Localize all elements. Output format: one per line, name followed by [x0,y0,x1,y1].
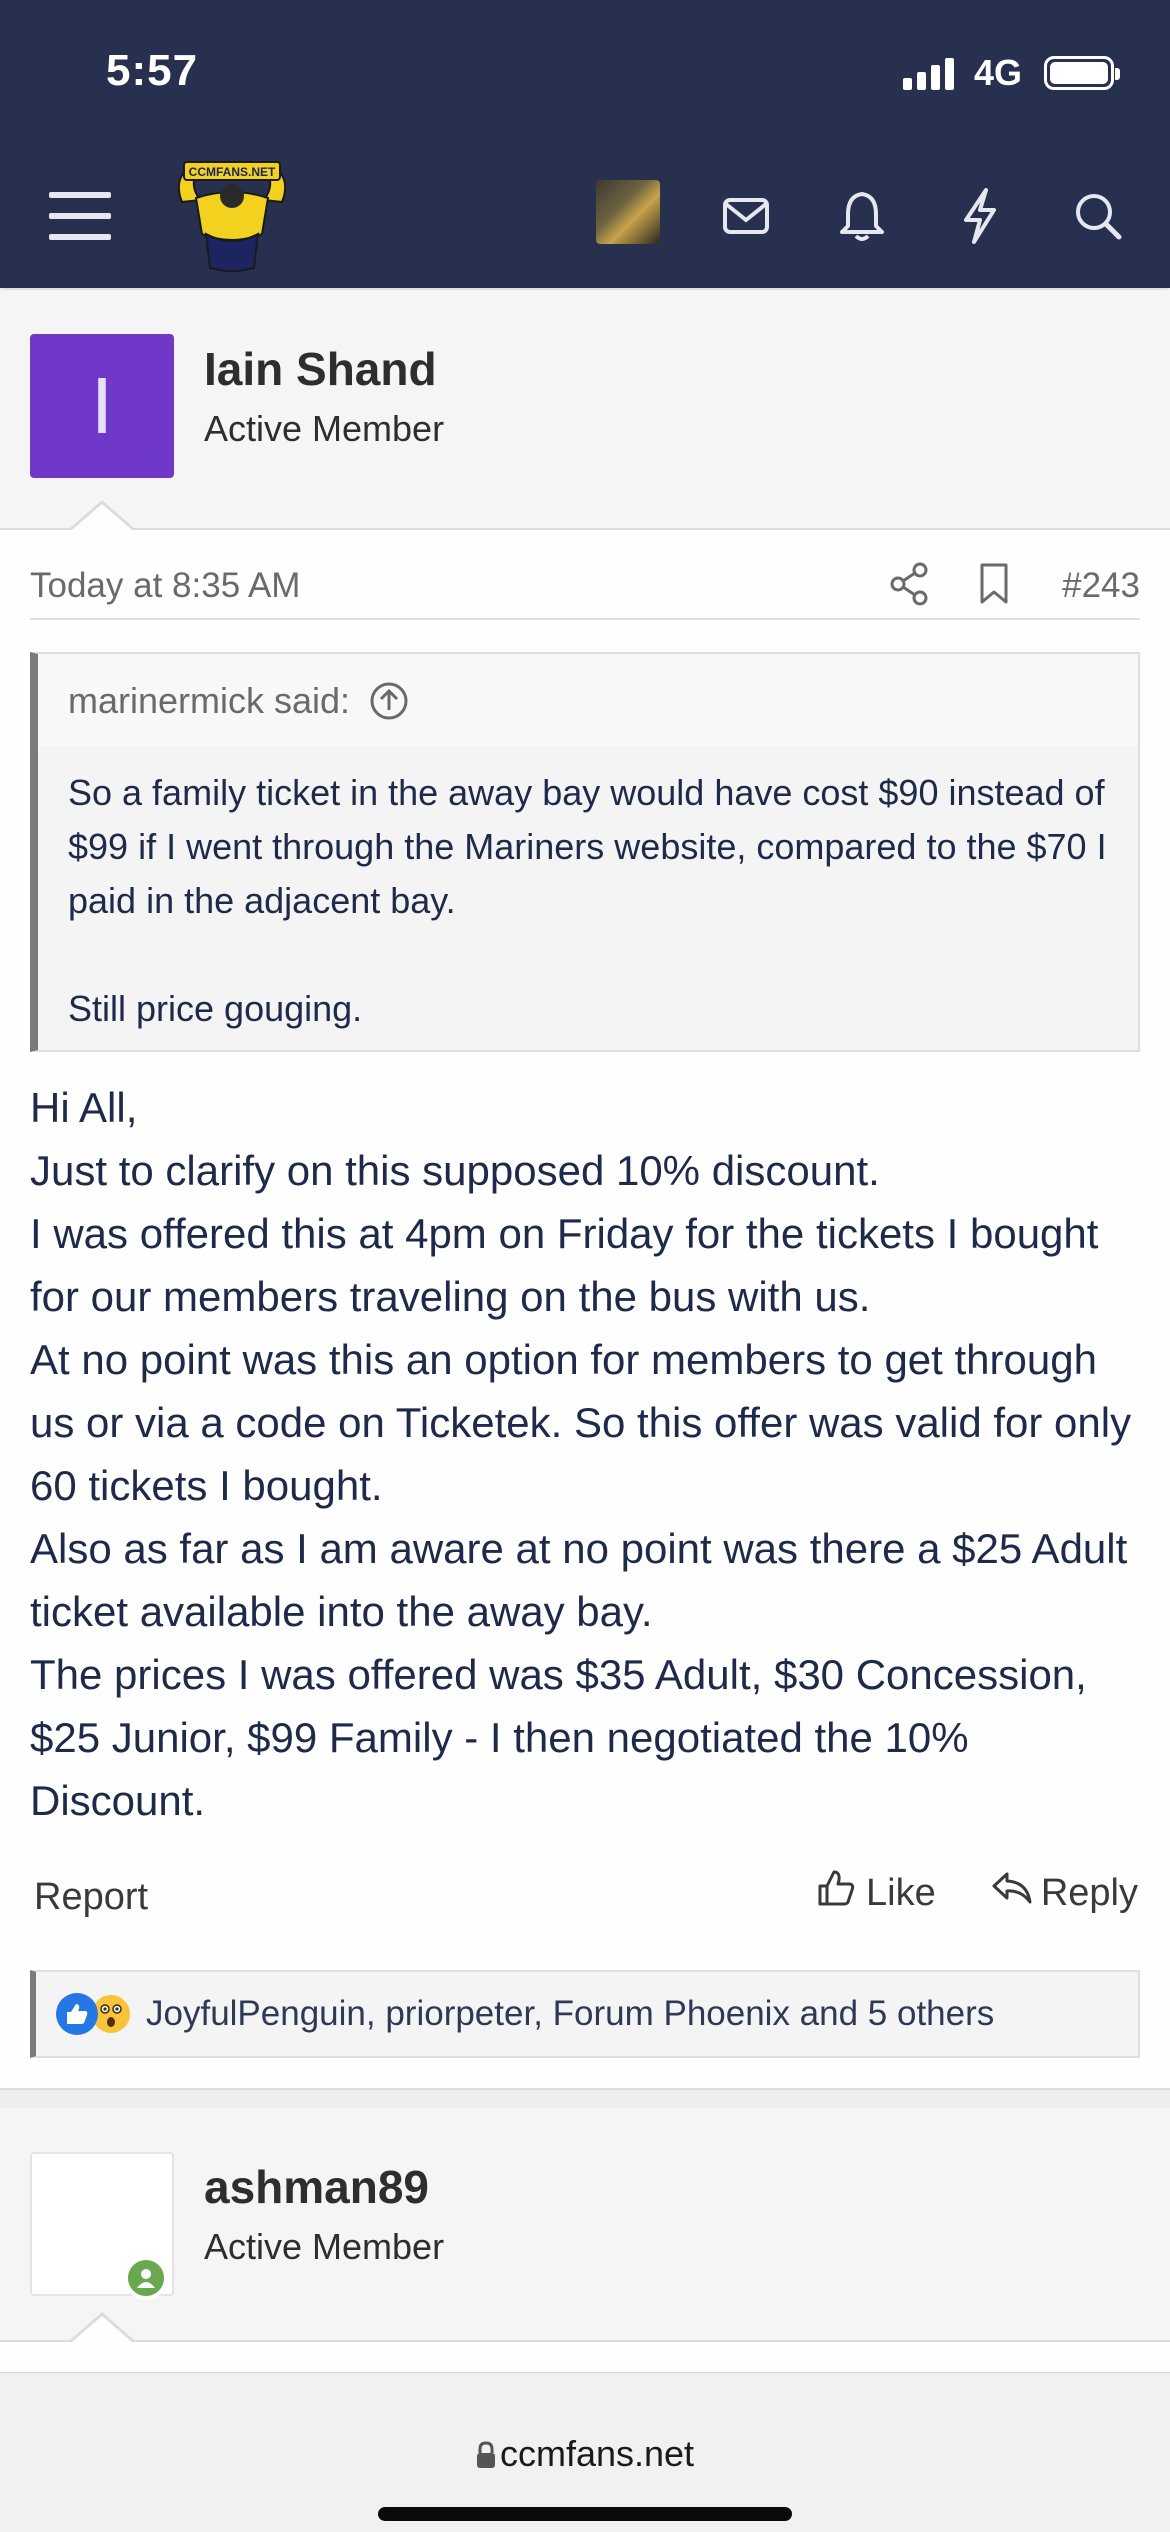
quote-header[interactable]: marinermick said: [38,654,1138,746]
quote-block: marinermick said: So a family ticket in … [30,652,1140,1052]
reply-label: Reply [1040,1871,1138,1914]
arrow-up-circle-icon[interactable] [368,680,410,731]
signal-icon [902,56,954,90]
inbox-icon[interactable] [710,180,782,252]
post-date[interactable]: Today at 8:35 AM [30,566,300,606]
message-line: At no point was this an option for membe… [30,1336,1132,1509]
user-avatar-nav[interactable] [596,180,660,244]
post-author-block: I Iain Shand Active Member [0,290,1170,530]
quote-paragraph: So a family ticket in the away bay would… [68,772,1107,921]
quote-paragraph: Still price gouging. [68,988,363,1029]
site-logo[interactable]: CCMFANS.NET [166,156,298,274]
avatar[interactable]: I [30,334,174,478]
status-bar: 5:57 4G [0,0,1170,142]
bell-icon[interactable] [826,180,898,252]
like-button[interactable]: Like [816,1868,936,1918]
lock-icon [476,2436,496,2478]
reply-arrow-icon [991,1868,1033,1918]
message-line: I was offered this at 4pm on Friday for … [30,1210,1099,1320]
message-line: Also as far as I am aware at no point wa… [30,1525,1128,1635]
report-link[interactable]: Report [34,1876,148,1919]
logo-text: CCMFANS.NET [189,165,276,179]
like-reaction-icon [56,1993,98,2035]
next-post-author-block: ashman89 Active Member [0,2108,1170,2342]
author-name[interactable]: ashman89 [204,2160,429,2214]
post-actions: Report Like Reply [30,1868,1140,1928]
url-bar[interactable]: ccmfans.net [0,2433,1170,2478]
reactions-bar[interactable]: JoyfulPenguin, priorpeter, Forum Phoenix… [30,1970,1140,2058]
next-post-preview [0,2342,1170,2372]
author-name[interactable]: Iain Shand [204,342,437,396]
message-line: The prices I was offered was $35 Adult, … [30,1651,1087,1824]
message-line: Just to clarify on this supposed 10% dis… [30,1147,880,1194]
quote-author[interactable]: marinermick said: [68,680,350,722]
url-text: ccmfans.net [499,2433,695,2474]
site-header: CCMFANS.NET [0,142,1170,288]
reply-button[interactable]: Reply [991,1868,1138,1918]
online-status-icon [124,2256,168,2300]
avatar-initial: I [90,361,114,450]
network-label: 4G [973,52,1022,93]
post-message: Hi All, Just to clarify on this supposed… [30,1076,1150,1832]
browser-bottom-bar: ccmfans.net [0,2372,1170,2532]
lightning-icon[interactable] [944,180,1016,252]
post-meta: Today at 8:35 AM #243 [30,558,1140,620]
author-title: Active Member [204,2226,445,2267]
battery-icon [1044,56,1120,90]
post-number[interactable]: #243 [1062,566,1140,606]
message-line: Hi All, [30,1084,138,1131]
author-title: Active Member [204,408,445,449]
status-time: 5:57 [106,46,199,95]
post-separator [0,2088,1170,2108]
like-label: Like [866,1871,936,1914]
hamburger-menu-icon[interactable] [44,180,116,252]
reactions-text[interactable]: JoyfulPenguin, priorpeter, Forum Phoenix… [146,1994,994,2034]
status-indicators: 4G [902,52,1120,94]
quote-body: So a family ticket in the away bay would… [38,746,1138,1036]
home-indicator[interactable] [378,2507,792,2521]
thumbs-up-icon [816,1868,856,1918]
search-icon[interactable] [1062,180,1134,252]
bookmark-icon[interactable] [978,562,1010,611]
share-icon[interactable] [890,562,930,611]
